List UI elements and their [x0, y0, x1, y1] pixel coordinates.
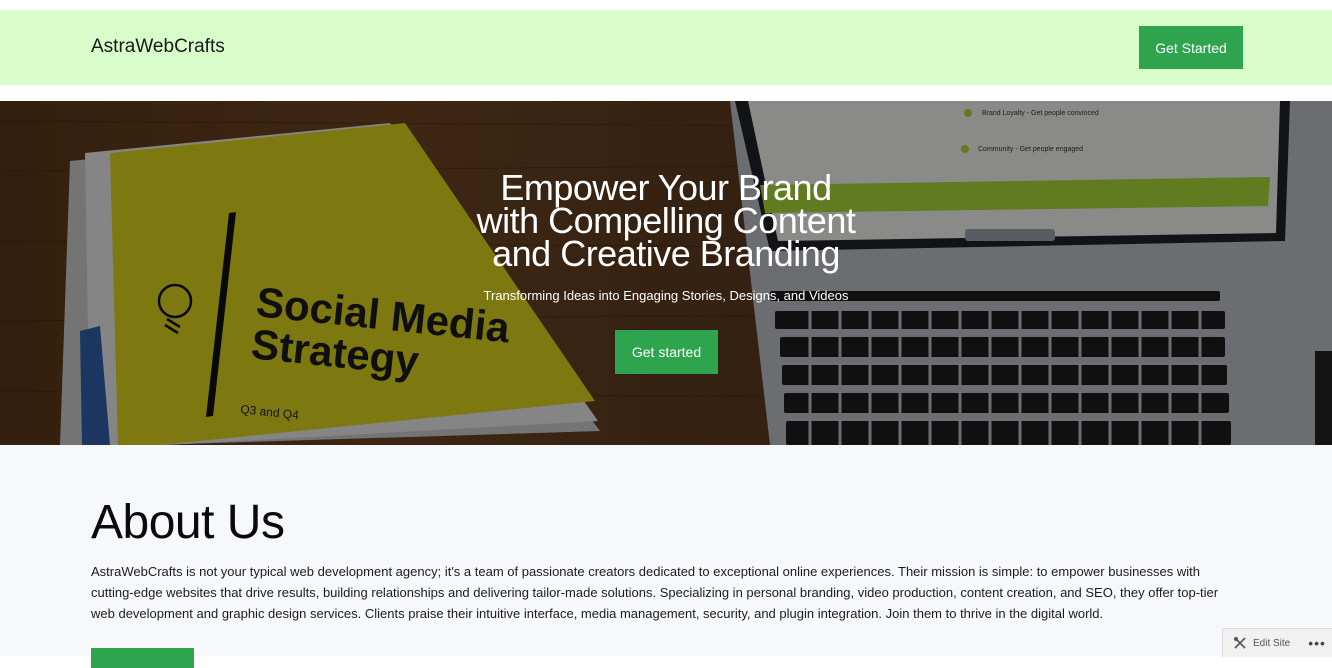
- hero-title: Empower Your Brand with Compelling Conte…: [0, 170, 1332, 274]
- about-button[interactable]: [91, 648, 194, 668]
- about-body: AstraWebCrafts is not your typical web d…: [91, 564, 1219, 621]
- more-dots-icon[interactable]: •••: [1308, 635, 1326, 651]
- hero-title-line-3: and Creative Branding: [492, 233, 840, 274]
- about-title: About Us: [91, 496, 285, 549]
- get-started-button[interactable]: Get Started: [1139, 26, 1243, 69]
- admin-edit-bar: Edit Site •••: [1222, 628, 1332, 657]
- edit-site-label: Edit Site: [1253, 637, 1291, 649]
- edit-site-link[interactable]: Edit Site: [1233, 636, 1290, 650]
- hero-section: Social Media Strategy Q3 and Q4 Brand Lo…: [0, 101, 1332, 445]
- about-section: About Us AstraWebCrafts is not your typi…: [0, 445, 1332, 668]
- site-brand[interactable]: AstraWebCrafts: [91, 36, 225, 58]
- site-header: AstraWebCrafts Get Started: [0, 10, 1332, 85]
- hero-subtitle: Transforming Ideas into Engaging Stories…: [483, 288, 849, 303]
- edit-tools-icon: [1234, 637, 1246, 649]
- hero-get-started-button[interactable]: Get started: [615, 330, 718, 374]
